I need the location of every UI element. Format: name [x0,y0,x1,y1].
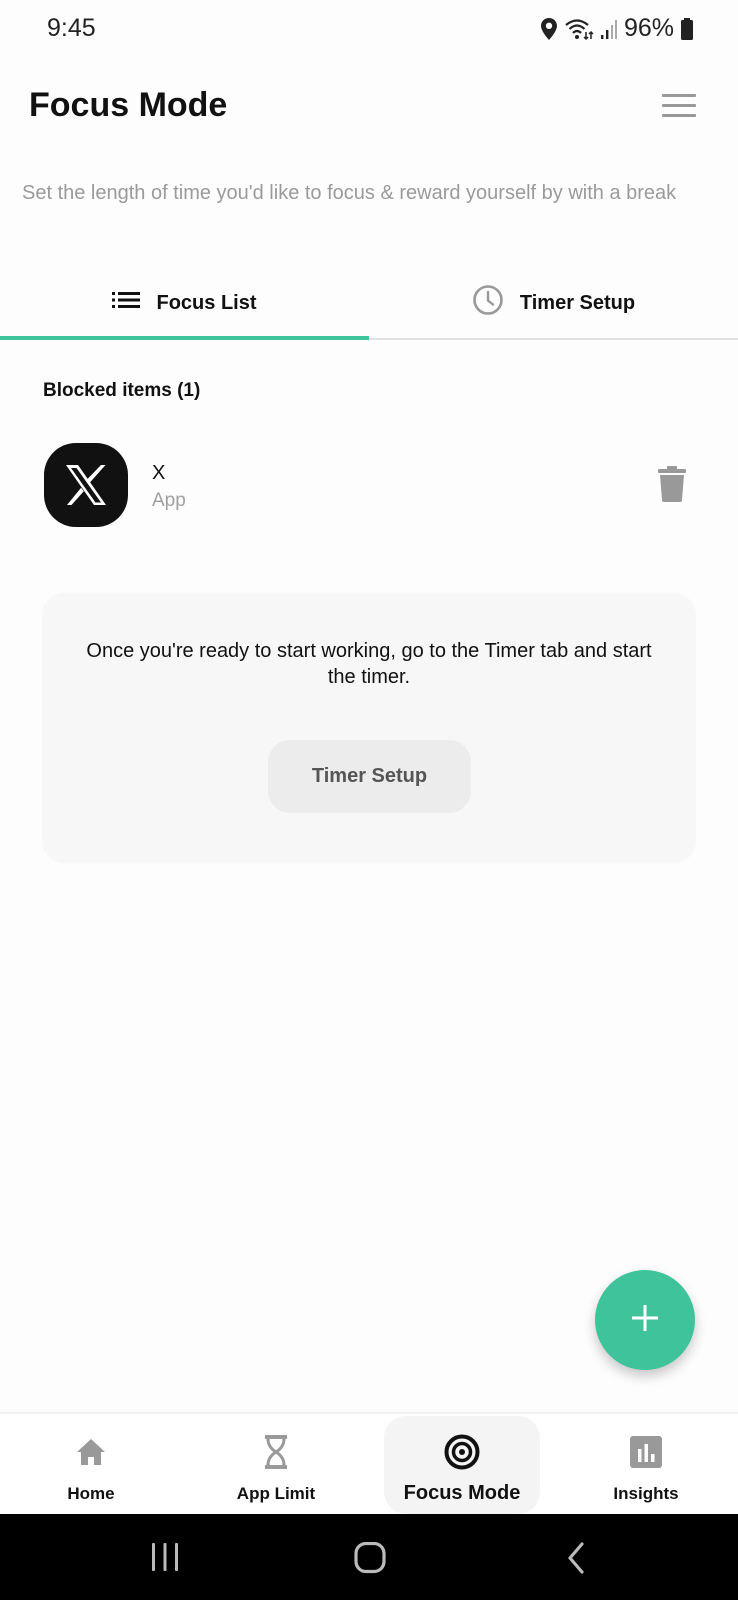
bottom-nav: Home App Limit Focus Mode Insights [0,1412,738,1514]
system-nav-bar [0,1514,738,1600]
trash-icon[interactable] [657,466,687,502]
hamburger-menu-icon[interactable] [662,94,696,118]
add-button[interactable] [595,1270,695,1370]
status-icons: 96% [540,14,694,43]
tab-bar: Focus List Timer Setup [0,268,738,340]
signal-icon [600,18,618,40]
page-title: Focus Mode [29,86,228,124]
list-icon [112,290,141,316]
nav-label: App Limit [236,1484,316,1503]
item-type: App [152,490,186,511]
nav-item-insights[interactable]: Insights [568,1416,724,1514]
item-name: X [152,462,166,484]
nav-label: Insights [613,1484,679,1503]
home-icon [75,1434,107,1470]
nav-item-focus-mode[interactable]: Focus Mode [384,1416,540,1514]
nav-item-app-limit[interactable]: App Limit [198,1416,354,1514]
plus-icon [630,1303,660,1338]
nav-label: Home [67,1484,115,1503]
status-bar: 9:45 96% [0,0,738,58]
tab-focus-list[interactable]: Focus List [0,268,369,340]
home-button-icon[interactable] [354,1541,386,1579]
page-subtitle: Set the length of time you'd like to foc… [22,182,677,204]
battery-percent: 96% [623,14,674,42]
hourglass-icon [264,1434,288,1470]
timer-setup-button[interactable]: Timer Setup [268,740,471,813]
info-card: Once you're ready to start working, go t… [42,593,696,863]
target-icon [444,1434,480,1470]
tab-label: Timer Setup [519,291,636,314]
clock-icon [472,284,504,322]
nav-label: Focus Mode [403,1482,521,1504]
screen: 9:45 96% Focus Mode Set the length of ti… [0,0,738,1600]
blocked-items-heading: Blocked items (1) [43,380,201,401]
back-icon[interactable] [566,1542,586,1579]
battery-icon [680,17,694,41]
recents-icon[interactable] [150,1542,180,1577]
bar-chart-icon [629,1434,663,1470]
info-text: Once you're ready to start working, go t… [86,640,652,688]
list-item[interactable]: X App [0,440,738,530]
tab-timer-setup[interactable]: Timer Setup [369,268,738,338]
nav-item-home[interactable]: Home [13,1416,169,1514]
status-time: 9:45 [47,14,96,42]
wifi-icon [564,17,594,41]
location-icon [540,17,558,41]
tab-label: Focus List [156,291,257,314]
x-app-icon [44,443,128,527]
